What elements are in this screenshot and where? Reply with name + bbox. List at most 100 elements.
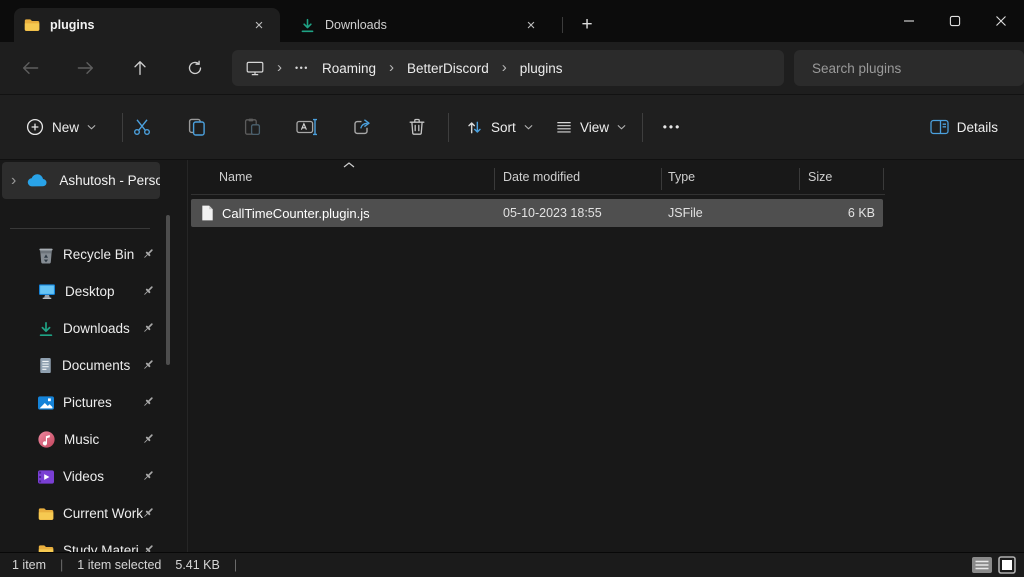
share-button[interactable]	[340, 109, 384, 145]
chevron-right-icon: ›	[502, 60, 507, 77]
sidebar-item-recycle-bin[interactable]: Recycle Bin	[0, 236, 186, 273]
sort-button[interactable]: Sort	[456, 109, 543, 145]
sidebar-item-desktop[interactable]: Desktop	[0, 273, 186, 310]
sidebar-item-label: Music	[64, 432, 99, 447]
details-pane-button[interactable]: Details	[920, 109, 1008, 145]
close-tab-icon[interactable]: ×	[520, 14, 542, 36]
status-bar: 1 item | 1 item selected 5.41 KB |	[0, 552, 1024, 577]
details-view-toggle-icon[interactable]	[971, 556, 993, 574]
chevron-down-icon	[617, 124, 626, 130]
music-icon	[38, 431, 55, 448]
sidebar-scrollbar[interactable]	[166, 215, 170, 365]
forward-button[interactable]	[67, 50, 103, 86]
copy-button[interactable]	[175, 109, 219, 145]
toolbar-separator	[448, 113, 449, 142]
file-icon	[201, 205, 214, 221]
sidebar-item-current-work[interactable]: Current Work	[0, 495, 186, 532]
command-toolbar: New	[0, 94, 1024, 160]
back-button[interactable]	[12, 50, 48, 86]
maximize-button[interactable]	[932, 0, 978, 42]
paste-icon	[242, 117, 262, 137]
copy-icon	[187, 117, 207, 137]
search-input[interactable]: Search plugins	[794, 50, 1024, 86]
breadcrumb-overflow[interactable]: •••	[295, 63, 309, 73]
sidebar-item-onedrive[interactable]: › Ashutosh - Perso	[2, 162, 160, 199]
sidebar-item-documents[interactable]: Documents	[0, 347, 186, 384]
delete-button[interactable]	[395, 109, 439, 145]
chevron-right-icon: ›	[389, 60, 394, 77]
onedrive-cloud-icon	[27, 174, 47, 187]
column-divider[interactable]	[494, 168, 495, 190]
sidebar-pinned-items: Recycle Bin Desktop	[0, 236, 186, 569]
pictures-icon	[38, 396, 54, 410]
file-name: CallTimeCounter.plugin.js	[222, 206, 370, 221]
breadcrumb-segment-roaming[interactable]: Roaming	[322, 61, 376, 76]
cut-button[interactable]	[120, 109, 164, 145]
item-count: 1 item	[12, 558, 46, 572]
window-controls	[886, 0, 1024, 42]
view-button[interactable]: View	[546, 109, 636, 145]
column-divider[interactable]	[799, 168, 800, 190]
sort-button-label: Sort	[491, 120, 516, 135]
up-button[interactable]	[122, 50, 158, 86]
pin-icon	[142, 358, 155, 371]
more-options-button[interactable]: •••	[650, 109, 694, 145]
scissors-icon	[132, 117, 152, 137]
tab-title: Downloads	[325, 18, 520, 32]
column-divider[interactable]	[661, 168, 662, 190]
videos-icon	[38, 470, 54, 484]
tab-downloads[interactable]: Downloads ×	[290, 8, 552, 42]
sidebar-item-label: Desktop	[65, 284, 115, 299]
tab-plugins[interactable]: plugins ×	[14, 8, 280, 42]
refresh-button[interactable]	[177, 50, 213, 86]
sidebar-item-music[interactable]: Music	[0, 421, 186, 458]
main-area: › Ashutosh - Perso Recycle Bin	[0, 160, 1024, 552]
status-summary: 1 item | 1 item selected 5.41 KB |	[0, 558, 237, 572]
recycle-bin-icon	[38, 246, 54, 264]
sidebar-item-downloads[interactable]: Downloads	[0, 310, 186, 347]
download-icon	[300, 18, 315, 33]
view-lines-icon	[556, 121, 572, 134]
column-divider[interactable]	[883, 168, 884, 190]
paste-button[interactable]	[230, 109, 274, 145]
file-date-modified: 05-10-2023 18:55	[503, 206, 602, 220]
desktop-icon	[38, 283, 56, 300]
sidebar-item-label: Downloads	[63, 321, 130, 336]
sidebar-item-videos[interactable]: Videos	[0, 458, 186, 495]
sidebar-item-label: Ashutosh - Perso	[59, 173, 160, 188]
sidebar-item-label: Recycle Bin	[63, 247, 134, 262]
column-header-date-modified[interactable]: Date modified	[503, 170, 580, 184]
ellipsis-icon: •••	[663, 120, 682, 134]
breadcrumb-segment-plugins[interactable]: plugins	[520, 61, 563, 76]
new-button[interactable]: New	[16, 109, 106, 145]
tab-bar: plugins × Downloads × +	[0, 0, 1024, 42]
thumbnail-view-toggle-icon[interactable]	[998, 556, 1016, 574]
view-button-label: View	[580, 120, 609, 135]
pin-icon	[142, 506, 155, 519]
pin-icon	[142, 469, 155, 482]
address-bar[interactable]: › ••• Roaming › BetterDiscord › plugins	[232, 50, 784, 86]
header-divider	[191, 194, 885, 195]
minimize-button[interactable]	[886, 0, 932, 42]
sidebar: › Ashutosh - Perso Recycle Bin	[0, 160, 186, 552]
column-header-name[interactable]: Name	[219, 170, 252, 184]
documents-icon	[38, 357, 53, 374]
pin-icon	[142, 247, 155, 260]
selection-count: 1 item selected	[77, 558, 161, 572]
rename-button[interactable]	[285, 109, 329, 145]
column-header-size[interactable]: Size	[808, 170, 832, 184]
chevron-expand-icon[interactable]: ›	[11, 172, 16, 190]
details-pane-icon	[930, 119, 949, 135]
sidebar-item-label: Documents	[62, 358, 130, 373]
breadcrumb-segment-betterdiscord[interactable]: BetterDiscord	[407, 61, 489, 76]
close-window-button[interactable]	[978, 0, 1024, 42]
new-button-label: New	[52, 120, 79, 135]
close-tab-icon[interactable]: ×	[248, 14, 270, 36]
file-row-selected[interactable]: CallTimeCounter.plugin.js 05-10-2023 18:…	[191, 199, 883, 227]
new-tab-button[interactable]: +	[572, 10, 602, 40]
pin-icon	[142, 395, 155, 408]
column-header-type[interactable]: Type	[668, 170, 695, 184]
file-size: 6 KB	[848, 206, 875, 220]
sidebar-item-pictures[interactable]: Pictures	[0, 384, 186, 421]
pin-icon	[142, 284, 155, 297]
